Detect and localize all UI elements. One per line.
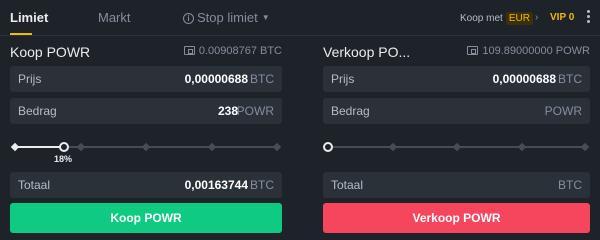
slider-percent-label: 18% — [54, 154, 73, 164]
chevron-right-icon: › — [535, 12, 539, 23]
buy-percent-slider[interactable]: 18% — [10, 140, 282, 164]
tab-stop-limit[interactable]: i Stop limiet ▼ — [183, 10, 270, 25]
sell-amount-field[interactable]: Bedrag POWR — [323, 98, 590, 124]
sell-header: Verkoop PO... 109.89000000 POWR — [323, 42, 590, 60]
sell-button[interactable]: Verkoop POWR — [323, 203, 590, 233]
sell-panel: Verkoop PO... 109.89000000 POWR Prijs 0,… — [323, 36, 590, 240]
more-options-icon[interactable] — [587, 10, 591, 25]
active-tab-indicator — [10, 33, 32, 35]
slider-handle[interactable] — [323, 142, 333, 152]
slider-step-100[interactable] — [580, 142, 590, 152]
buy-with-label: Koop met — [460, 13, 503, 24]
sell-amount-unit: POWR — [544, 104, 582, 118]
info-icon[interactable]: i — [183, 13, 194, 24]
sell-balance-value: 109.89000000 POWR — [482, 45, 590, 57]
buy-amount-field[interactable]: Bedrag 238 POWR — [10, 98, 282, 124]
sell-price-label: Prijs — [331, 72, 355, 86]
buy-panel: Koop POWR 0.00908767 BTC Prijs 0,0000068… — [10, 36, 282, 240]
buy-balance-value: 0.00908767 BTC — [198, 45, 282, 57]
buy-total-value[interactable]: 0,00163744 — [185, 178, 248, 192]
buy-price-field[interactable]: Prijs 0,00000688 BTC — [10, 66, 282, 92]
slider-handle[interactable] — [59, 142, 69, 152]
vip-level[interactable]: VIP 0 — [550, 12, 574, 23]
tab-stop-limit-label: Stop limiet — [197, 10, 258, 25]
wallet-icon — [183, 46, 195, 55]
buy-amount-label: Bedrag — [18, 104, 57, 118]
sell-price-unit: BTC — [558, 72, 582, 86]
slider-step-75[interactable] — [207, 142, 217, 152]
buy-with-selector[interactable]: Koop met EUR — [460, 12, 533, 25]
tab-market[interactable]: Markt — [98, 10, 131, 25]
slider-step-75[interactable] — [517, 142, 527, 152]
buy-amount-unit: POWR — [236, 104, 274, 118]
slider-step-0[interactable] — [10, 142, 20, 152]
currency-badge: EUR — [505, 12, 533, 25]
buy-price-unit: BTC — [250, 72, 274, 86]
order-type-bar: Limiet Markt i Stop limiet ▼ Koop met EUR ›… — [0, 0, 600, 36]
sell-balance: 109.89000000 POWR — [467, 45, 590, 57]
buy-balance: 0.00908767 BTC — [183, 45, 282, 57]
sell-title: Verkoop PO... — [323, 44, 411, 60]
chevron-down-icon: ▼ — [261, 13, 270, 22]
buy-amount-value[interactable]: 238 — [218, 104, 238, 118]
slider-step-25[interactable] — [76, 142, 86, 152]
sell-total-unit: BTC — [558, 178, 582, 192]
buy-title: Koop POWR — [10, 44, 91, 60]
sell-amount-label: Bedrag — [331, 104, 370, 118]
buy-price-label: Prijs — [18, 72, 42, 86]
buy-total-field[interactable]: Totaal 0,00163744 BTC — [10, 172, 282, 198]
wallet-icon — [467, 46, 479, 55]
sell-price-value[interactable]: 0,00000688 — [493, 72, 556, 86]
sell-percent-slider[interactable] — [323, 140, 590, 164]
tab-limit[interactable]: Limiet — [10, 10, 48, 25]
slider-step-50[interactable] — [452, 142, 462, 152]
slider-step-100[interactable] — [272, 142, 282, 152]
buy-total-unit: BTC — [250, 178, 274, 192]
slider-fill — [14, 146, 64, 148]
buy-header: Koop POWR 0.00908767 BTC — [10, 42, 282, 60]
buy-total-label: Totaal — [18, 178, 51, 192]
buy-price-value[interactable]: 0,00000688 — [185, 72, 248, 86]
buy-button[interactable]: Koop POWR — [10, 203, 282, 233]
sell-total-label: Totaal — [331, 178, 364, 192]
slider-step-25[interactable] — [388, 142, 398, 152]
sell-total-field[interactable]: Totaal BTC — [323, 172, 590, 198]
slider-step-50[interactable] — [141, 142, 151, 152]
sell-price-field[interactable]: Prijs 0,00000688 BTC — [323, 66, 590, 92]
